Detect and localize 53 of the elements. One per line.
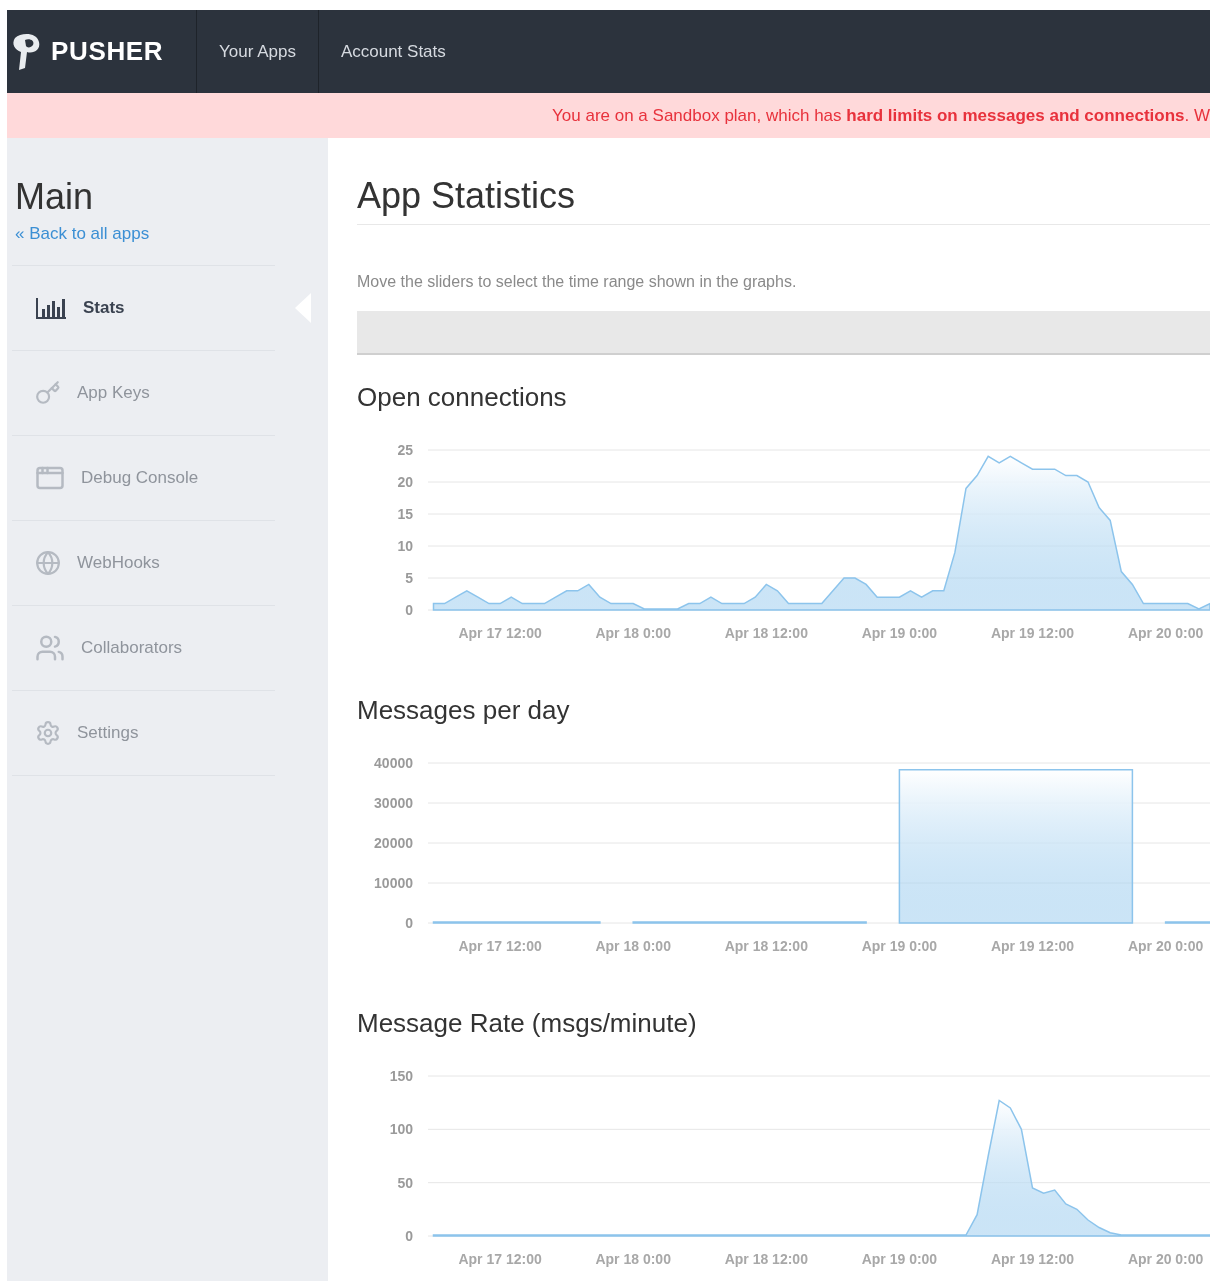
sidebar-item[interactable]: Collaborators	[12, 605, 275, 691]
x-axis-label: Apr 19 12:00	[990, 938, 1075, 954]
x-axis-label: Apr 20 0:00	[1127, 1251, 1204, 1267]
nav-link[interactable]: Account Stats	[318, 10, 469, 93]
y-axis-label: 5	[405, 570, 413, 586]
y-axis-label: 0	[405, 1228, 413, 1244]
globe-icon	[35, 549, 61, 576]
sidebar-item[interactable]: Stats	[12, 265, 275, 351]
y-axis-label: 30000	[374, 795, 413, 811]
key-icon	[35, 379, 61, 406]
y-axis-label: 25	[397, 442, 413, 458]
chart-title: Message Rate (msgs/minute)	[357, 1007, 698, 1039]
bar-chart-icon	[35, 295, 67, 320]
chart-title: Messages per day	[357, 694, 571, 726]
y-axis-label: 15	[397, 506, 413, 522]
x-axis-label: Apr 18 12:00	[724, 938, 808, 954]
back-link[interactable]: « Back to all apps	[15, 221, 275, 247]
x-axis-label: Apr 17 12:00	[458, 938, 542, 954]
x-axis-label: Apr 19 12:00	[990, 625, 1075, 641]
y-axis-label: 50	[397, 1174, 413, 1191]
x-axis-label: Apr 19 0:00	[861, 938, 938, 954]
x-axis-label: Apr 20 0:00	[1127, 938, 1204, 954]
y-axis-label: 0	[405, 602, 413, 618]
y-axis-label: 40000	[374, 755, 413, 771]
x-axis-label: Apr 19 0:00	[861, 1251, 938, 1267]
x-axis-label: Apr 19 0:00	[861, 625, 938, 641]
settings-icon	[35, 719, 61, 746]
y-axis-label: 100	[389, 1121, 413, 1138]
x-axis-label: Apr 17 12:00	[458, 625, 542, 641]
y-axis-label: 10000	[374, 875, 413, 891]
y-axis-label: 0	[405, 915, 413, 931]
y-axis-label: 20	[397, 474, 413, 490]
sidebar-item[interactable]: Settings	[12, 690, 275, 776]
brand-name: PUSHER	[51, 35, 164, 68]
x-axis-label: Apr 18 12:00	[724, 1251, 808, 1267]
x-axis-label: Apr 17 12:00	[458, 1251, 542, 1267]
hint-text: Move the sliders to select the time range shown in the graphs.	[357, 272, 798, 292]
y-axis-label: 10	[397, 538, 413, 554]
sidebar-item[interactable]: App Keys	[12, 350, 275, 436]
sidebar-item[interactable]: WebHooks	[12, 520, 275, 606]
page-title: App Statistics	[357, 174, 1210, 225]
banner-text: You are on a Sandbox plan, which has hard limits on messages and connections. W	[552, 104, 1210, 127]
sidebar-item[interactable]: Debug Console	[12, 435, 275, 521]
x-axis-label: Apr 20 0:00	[1127, 625, 1204, 641]
x-axis-label: Apr 18 0:00	[595, 625, 671, 641]
x-axis-label: Apr 18 0:00	[595, 1251, 671, 1267]
x-axis-label: Apr 18 12:00	[724, 625, 808, 641]
y-axis-label: 20000	[374, 835, 413, 851]
chart-title: Open connections	[357, 381, 568, 413]
x-axis-label: Apr 19 12:00	[990, 1251, 1075, 1267]
x-axis-label: Apr 18 0:00	[595, 938, 671, 954]
y-axis-label: 150	[389, 1068, 413, 1084]
sidebar-title: Main	[15, 176, 95, 218]
